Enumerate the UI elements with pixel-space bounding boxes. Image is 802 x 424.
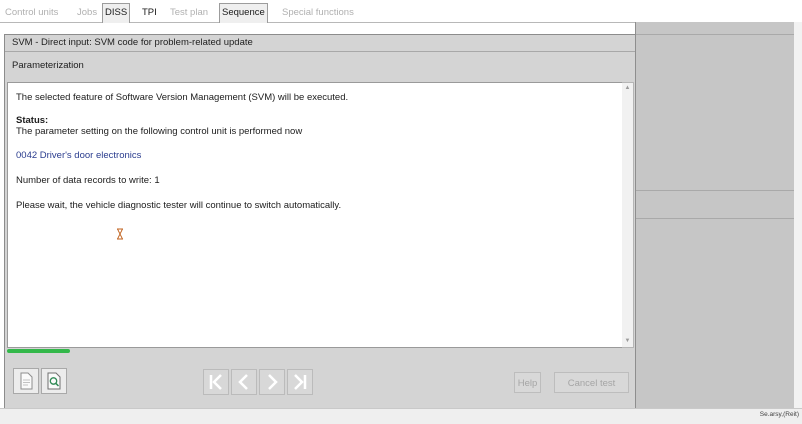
next-icon	[268, 374, 278, 390]
records-text: Number of data records to write: 1	[16, 175, 160, 186]
document-zoom-icon	[47, 372, 61, 390]
scroll-up-icon[interactable]: ▲	[622, 83, 633, 94]
status-label: Status:	[16, 115, 49, 126]
hourglass-icon	[117, 228, 123, 240]
tab-test-plan[interactable]: Test plan	[168, 4, 210, 21]
wait-text: Please wait, the vehicle diagnostic test…	[16, 200, 342, 211]
tab-tpi[interactable]: TPI	[140, 4, 159, 21]
vertical-scrollbar[interactable]: ▲ ▼	[622, 82, 634, 348]
panel-title: SVM - Direct input: SVM code for problem…	[12, 37, 253, 48]
right-panel	[635, 22, 795, 408]
right-panel-divider	[636, 218, 795, 219]
right-scrollbar[interactable]	[794, 22, 802, 408]
panel-subtitle: Parameterization	[12, 60, 84, 71]
last-page-icon	[294, 374, 307, 390]
first-page-button[interactable]	[203, 369, 229, 395]
help-button[interactable]: Help	[514, 372, 541, 393]
right-panel-divider	[636, 34, 795, 35]
tab-sequence[interactable]: Sequence	[219, 3, 268, 23]
previous-button[interactable]	[231, 369, 257, 395]
tab-jobs[interactable]: Jobs	[75, 4, 99, 21]
right-panel-divider	[636, 190, 795, 191]
document-button[interactable]	[13, 368, 39, 394]
last-page-button[interactable]	[287, 369, 313, 395]
bottom-toolbar: Help Cancel test	[5, 358, 636, 410]
status-bar-text: Se.arsy,(Reit)	[759, 411, 799, 418]
sequence-panel: SVM - Direct input: SVM code for problem…	[4, 34, 637, 411]
progress-bar	[7, 348, 633, 354]
tab-control-units[interactable]: Control units	[3, 4, 60, 21]
scroll-down-icon[interactable]: ▼	[622, 336, 633, 347]
document-zoom-button[interactable]	[41, 368, 67, 394]
status-bar: Se.arsy,(Reit)	[0, 408, 802, 424]
tab-diss[interactable]: DISS	[102, 3, 131, 23]
header-divider	[5, 51, 636, 52]
next-button[interactable]	[259, 369, 285, 395]
progress-fill	[7, 349, 70, 353]
message-area: The selected feature of Software Version…	[7, 82, 625, 348]
cancel-test-button[interactable]: Cancel test	[554, 372, 629, 393]
previous-icon	[238, 374, 248, 390]
status-text: The parameter setting on the following c…	[16, 126, 303, 137]
document-icon	[20, 372, 33, 390]
intro-text: The selected feature of Software Version…	[16, 92, 349, 103]
tab-bar: Control units Jobs DISS TPI Test plan Se…	[0, 0, 802, 23]
tab-special-functions[interactable]: Special functions	[280, 4, 356, 21]
first-page-icon	[209, 374, 222, 390]
control-unit-text: 0042 Driver's door electronics	[16, 150, 142, 161]
